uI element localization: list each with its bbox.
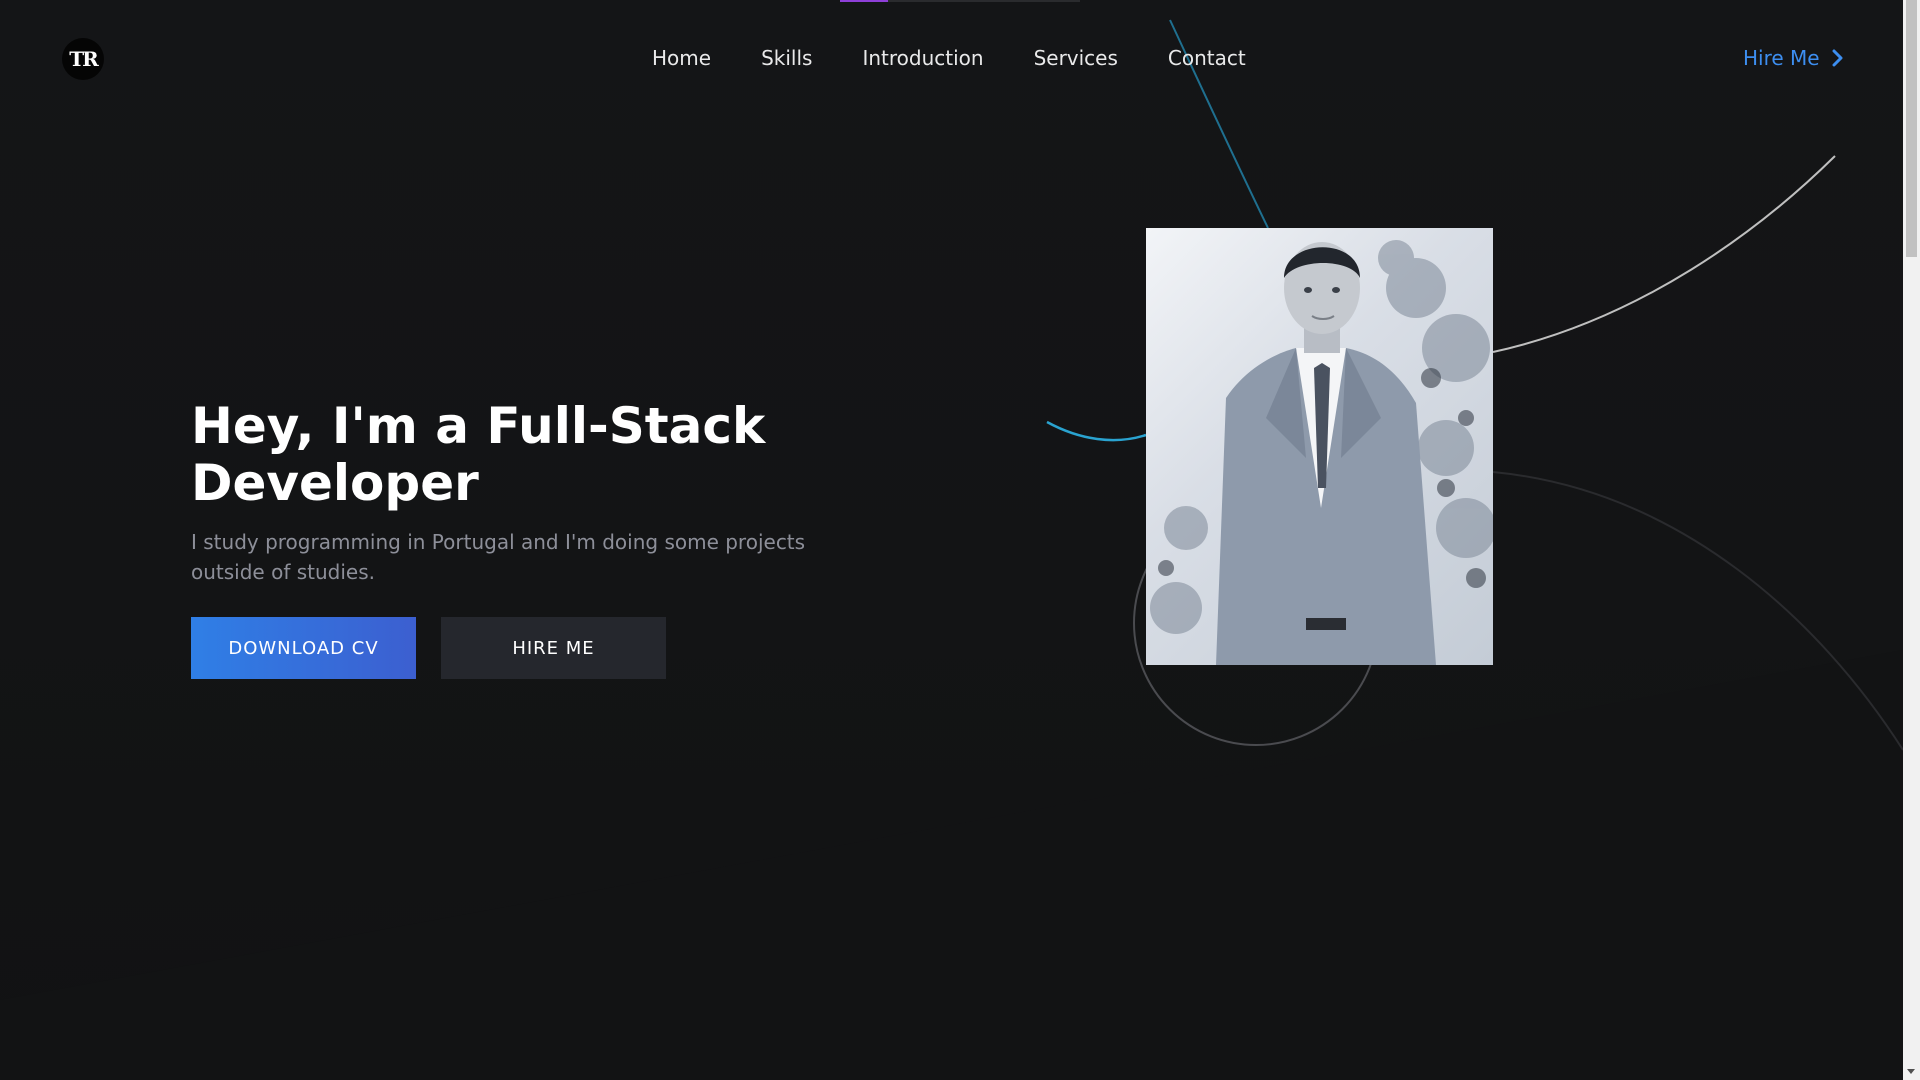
hire-me-button[interactable]: HIRE ME xyxy=(441,617,666,679)
download-cv-button[interactable]: DOWNLOAD CV xyxy=(191,617,416,679)
scrollbar-thumb[interactable] xyxy=(1906,0,1917,257)
hire-me-link[interactable]: Hire Me xyxy=(1743,44,1844,72)
hero-title-line1: Hey, I'm a Full-Stack xyxy=(191,397,766,455)
nav-item-introduction[interactable]: Introduction xyxy=(862,44,983,72)
scroll-down-icon[interactable] xyxy=(1907,1069,1915,1074)
chevron-right-icon xyxy=(1832,49,1843,67)
nav-item-home[interactable]: Home xyxy=(652,44,711,72)
hero-subtitle: I study programming in Portugal and I'm … xyxy=(191,530,806,584)
nav-item-services[interactable]: Services xyxy=(1034,44,1118,72)
hire-me-link-label: Hire Me xyxy=(1743,46,1820,70)
scrollbar[interactable] xyxy=(1903,0,1920,1080)
profile-photo xyxy=(1146,228,1493,665)
nav-item-contact[interactable]: Contact xyxy=(1168,44,1246,72)
hero-title-line2: Developer xyxy=(191,454,479,512)
nav-item-skills[interactable]: Skills xyxy=(761,44,812,72)
page: TR Home Skills Introduction Services Con… xyxy=(0,0,1903,1080)
profile-photo-illustration xyxy=(1150,240,1493,665)
main-nav: Home Skills Introduction Services Contac… xyxy=(652,44,1296,72)
logo[interactable]: TR xyxy=(62,38,104,80)
hero-title: Hey, I'm a Full-Stack Developer xyxy=(191,398,891,512)
